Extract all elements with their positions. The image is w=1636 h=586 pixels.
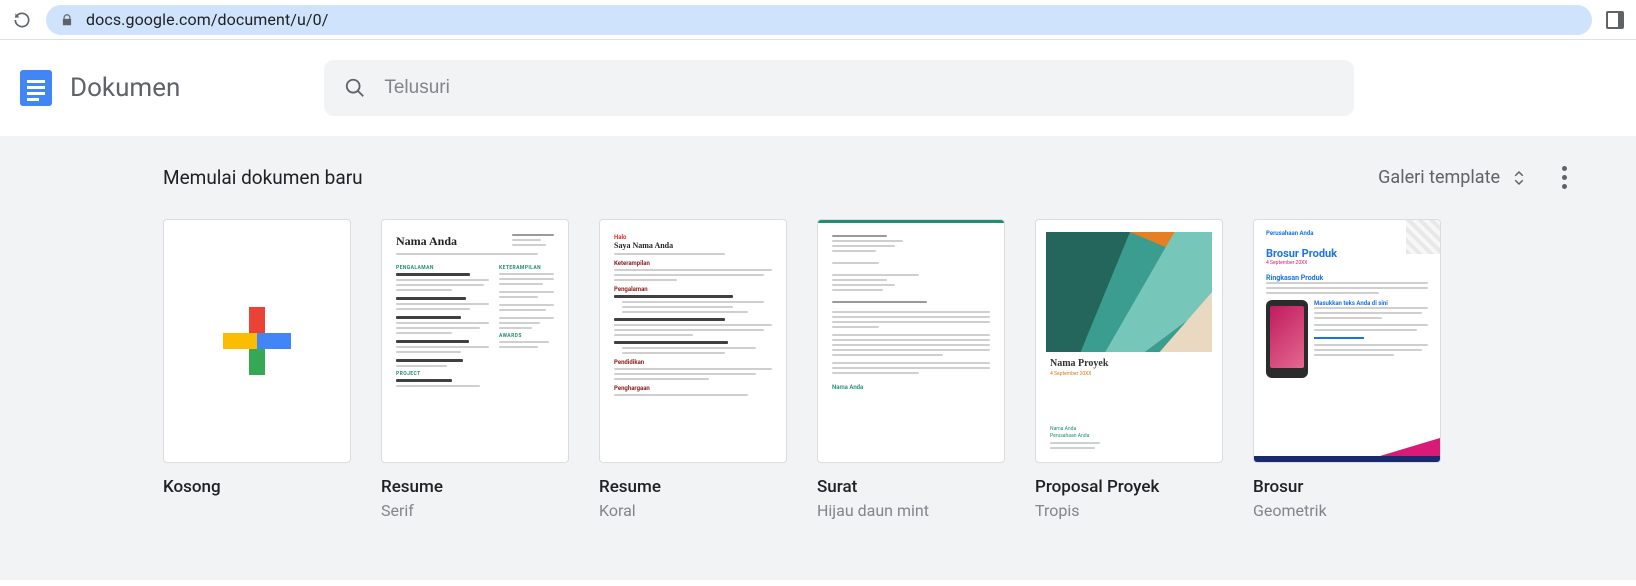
- search-icon: [344, 77, 366, 99]
- template-title: Kosong: [163, 477, 351, 497]
- search-box[interactable]: [324, 60, 1354, 116]
- panel-icon: [1606, 11, 1624, 29]
- address-bar[interactable]: docs.google.com/document/u/0/: [46, 5, 1592, 35]
- template-subtitle: Geometrik: [1253, 501, 1441, 520]
- template-card-resume-koral[interactable]: Halo Saya Nama Anda Keterampilan Pengala…: [599, 219, 787, 520]
- url-text: docs.google.com/document/u/0/: [86, 10, 328, 29]
- gallery-link-label: Galeri template: [1378, 167, 1500, 188]
- more-options-button[interactable]: [1556, 160, 1573, 195]
- gallery-header: Memulai dokumen baru Galeri template: [163, 160, 1613, 195]
- template-title: Resume: [381, 477, 569, 497]
- template-thumb: [163, 219, 351, 463]
- template-title: Brosur: [1253, 477, 1441, 497]
- template-thumb: Nama Anda: [817, 219, 1005, 463]
- template-card-brosur[interactable]: Perusahaan Anda Brosur Produk 4 Septembe…: [1253, 219, 1441, 520]
- logo-area[interactable]: Dokumen: [16, 68, 180, 108]
- template-thumb: Perusahaan Anda Brosur Produk 4 Septembe…: [1253, 219, 1441, 463]
- lock-icon: [60, 13, 74, 27]
- template-row: Kosong Nama Anda: [163, 219, 1613, 520]
- template-card-surat[interactable]: Nama Anda Surat Hijau daun mint: [817, 219, 1005, 520]
- template-title: Surat: [817, 477, 1005, 497]
- docs-logo-icon: [16, 68, 56, 108]
- reload-button[interactable]: [12, 10, 32, 30]
- template-thumb: Halo Saya Nama Anda Keterampilan Pengala…: [599, 219, 787, 463]
- unfold-icon: [1510, 169, 1528, 187]
- browser-toolbar: docs.google.com/document/u/0/: [0, 0, 1636, 40]
- app-title: Dokumen: [70, 73, 180, 103]
- app-header: Dokumen: [0, 40, 1636, 136]
- template-card-blank[interactable]: Kosong: [163, 219, 351, 520]
- template-title: Proposal Proyek: [1035, 477, 1223, 497]
- template-subtitle: Tropis: [1035, 501, 1223, 520]
- gallery-title: Memulai dokumen baru: [163, 166, 363, 189]
- template-thumb: Nama Anda PENGALAMAN: [381, 219, 569, 463]
- search-input[interactable]: [384, 77, 1334, 99]
- template-gallery-link[interactable]: Galeri template: [1378, 167, 1528, 188]
- template-subtitle: Hijau daun mint: [817, 501, 1005, 520]
- template-subtitle: Serif: [381, 501, 569, 520]
- template-gallery: Memulai dokumen baru Galeri template: [0, 136, 1636, 580]
- template-thumb: Nama Proyek 4 September 20XX Nama Anda P…: [1035, 219, 1223, 463]
- reload-icon: [12, 10, 32, 30]
- template-title: Resume: [599, 477, 787, 497]
- template-card-resume-serif[interactable]: Nama Anda PENGALAMAN: [381, 219, 569, 520]
- template-card-proposal[interactable]: Nama Proyek 4 September 20XX Nama Anda P…: [1035, 219, 1223, 520]
- side-panel-button[interactable]: [1606, 11, 1624, 29]
- plus-icon: [223, 307, 291, 375]
- template-subtitle: Koral: [599, 501, 787, 520]
